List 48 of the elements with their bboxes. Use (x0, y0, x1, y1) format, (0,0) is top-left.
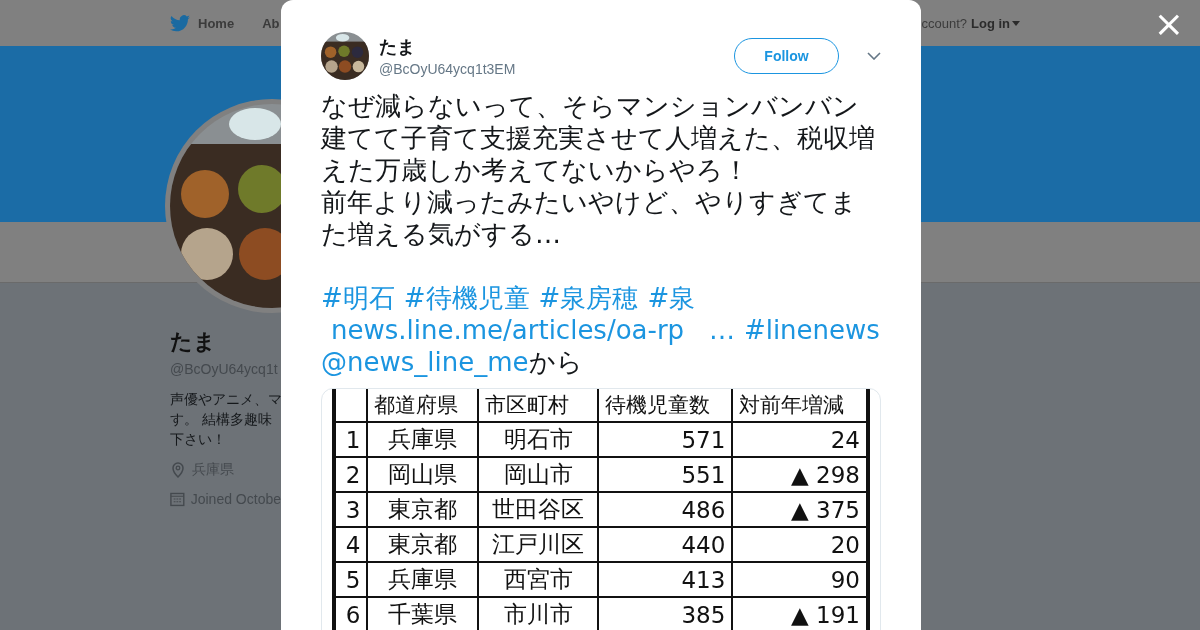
table-cell: 486 (597, 492, 733, 527)
hashtag-link[interactable]: #明石 (321, 282, 395, 314)
mention-link[interactable]: @news_line_me (321, 346, 529, 378)
table-cell: 西宮市 (478, 562, 598, 597)
nav-link[interactable]: Home (170, 14, 235, 32)
location-pin-icon (170, 462, 186, 478)
tweet-text: 前年より減ったみたいやけど、やりすぎてまた増える気がする… (321, 186, 858, 250)
table-cell: 江戸川区 (478, 527, 598, 562)
table-cell: 岡山県 (367, 457, 479, 492)
close-button[interactable]: × (1153, 6, 1184, 42)
account-prompt: ccount? (921, 15, 967, 31)
table-cell: 東京都 (367, 527, 479, 562)
hashtag-link[interactable]: #泉房穂 (538, 282, 639, 314)
follow-button[interactable]: Follow (734, 38, 839, 74)
login-link[interactable]: Log in (971, 15, 1020, 31)
table-cell: 1 (334, 422, 368, 457)
caret-icon (1012, 20, 1020, 26)
table-cell: 5 (334, 562, 368, 597)
hashtag-link[interactable]: #泉 (647, 282, 696, 314)
table-cell: 明石市 (478, 422, 598, 457)
table-cell: 東京都 (367, 492, 479, 527)
profile-bio: 声優やアニメ、マ す。 結構多趣味 下さい！ (170, 390, 281, 449)
table-cell: 551 (597, 457, 733, 492)
table-header: 市区町村 (478, 389, 598, 422)
table-cell: 3 (334, 492, 368, 527)
table-cell: 2 (334, 457, 368, 492)
table-cell: 440 (597, 527, 733, 562)
table-cell: 兵庫県 (367, 422, 479, 457)
nav-link[interactable]: Ab (262, 15, 280, 31)
tweet-text: から (528, 346, 583, 378)
hashtag-link[interactable]: #linenews (743, 314, 880, 346)
table-cell: 413 (597, 562, 733, 597)
calendar-icon (170, 491, 185, 507)
author-name: たま (379, 36, 416, 59)
table-cell: 兵庫県 (367, 562, 479, 597)
tweet-text: なぜ減らないって、そらマンションバンバン建てて子育て支援充実させて人増えた、税収増えた万歳しか考えてないからやろ！ (321, 90, 876, 186)
chevron-down-icon[interactable] (867, 52, 881, 60)
hashtag-link[interactable]: #待機児童 (403, 282, 530, 314)
profile-name: たま (170, 328, 217, 356)
author-handle: @BcOyU64ycq1t3EM (379, 61, 517, 77)
table-header: 都道府県 (367, 389, 479, 422)
table-cell: 世田谷区 (478, 492, 598, 527)
table-header: 待機児童数 (597, 389, 733, 422)
url-link[interactable]: news.line.me/articles/oa-rp … (321, 314, 735, 346)
bird-icon (170, 14, 190, 32)
table-cell: 岡山市 (478, 457, 598, 492)
table-cell: 571 (597, 422, 733, 457)
table-cell: 4 (334, 527, 368, 562)
